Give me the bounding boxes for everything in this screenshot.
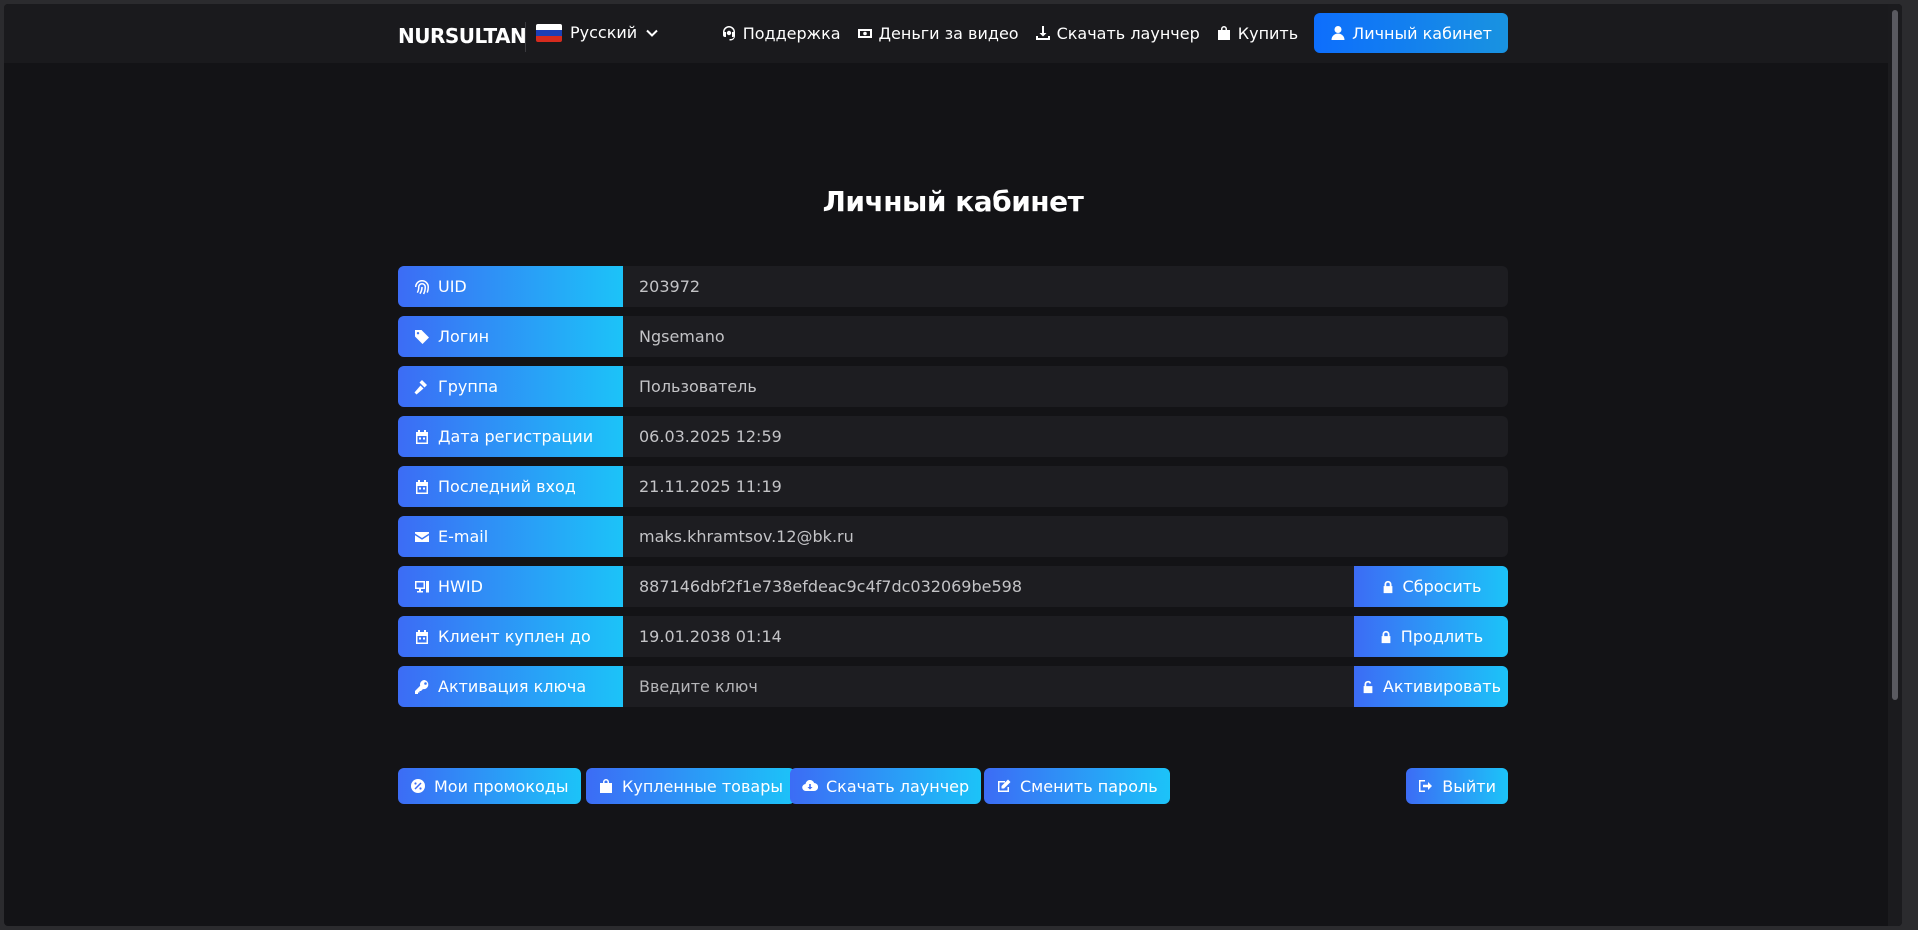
profile-row-last-login: Последний вход 21.11.2025 11:19 xyxy=(398,466,1508,507)
language-selector[interactable]: Русский xyxy=(536,23,659,42)
unlock-icon xyxy=(1363,680,1373,693)
logout-label: Выйти xyxy=(1442,776,1496,796)
client-until-label-text: Клиент куплен до xyxy=(438,627,591,646)
key-activation-label-text: Активация ключа xyxy=(438,677,587,696)
navbar-container: NURSULTAN Русский Поддержка Деньги за ви… xyxy=(398,4,1508,63)
profile-row-login: Логин Ngsemano xyxy=(398,316,1508,357)
nav-support-label: Поддержка xyxy=(742,23,841,43)
change-password-button[interactable]: Сменить пароль xyxy=(984,768,1170,804)
lock-icon xyxy=(1381,630,1391,643)
download-launcher-button[interactable]: Скачать лаунчер xyxy=(790,768,982,804)
hwid-label: HWID xyxy=(398,566,623,607)
percent-badge-icon xyxy=(411,779,425,793)
gavel-icon xyxy=(414,379,427,394)
nav-money-label: Деньги за видео xyxy=(878,23,1019,43)
purchased-items-button[interactable]: Купленные товары xyxy=(586,768,795,804)
client-until-label: Клиент куплен до xyxy=(398,616,623,657)
nav-cabinet-button[interactable]: Личный кабинет xyxy=(1314,13,1508,53)
reset-hwid-label: Сбросить xyxy=(1402,577,1482,596)
tag-icon xyxy=(415,329,429,344)
download-icon xyxy=(1035,26,1050,40)
uid-value: 203972 xyxy=(639,277,701,296)
shopping-bag-icon xyxy=(1217,26,1230,40)
download-launcher-label: Скачать лаунчер xyxy=(826,776,970,796)
edit-icon xyxy=(998,779,1011,792)
sign-out-icon xyxy=(1419,780,1433,792)
profile-row-key-activation: Активация ключа Активировать xyxy=(398,666,1508,707)
purchased-items-label: Купленные товары xyxy=(622,776,783,796)
top-navbar: NURSULTAN Русский Поддержка Деньги за ви… xyxy=(4,4,1902,63)
fingerprint-icon xyxy=(415,279,430,294)
desktop-icon xyxy=(415,580,429,592)
browser-window: NURSULTAN Русский Поддержка Деньги за ви… xyxy=(4,4,1902,926)
last-login-label: Последний вход xyxy=(398,466,623,507)
profile-row-email: E-mail maks.khramtsov.12@bk.ru xyxy=(398,516,1508,557)
calendar-icon xyxy=(416,479,428,494)
russian-flag-icon xyxy=(536,23,562,42)
nav-menu: Поддержка Деньги за видео Скачать лаунче… xyxy=(705,13,1508,53)
profile-row-client-until: Клиент куплен до 19.01.2038 01:14 Продли… xyxy=(398,616,1508,657)
profile-row-group: Группа Пользователь xyxy=(398,366,1508,407)
activate-button[interactable]: Активировать xyxy=(1354,666,1508,707)
email-label: E-mail xyxy=(398,516,623,557)
nav-money-for-video[interactable]: Деньги за видео xyxy=(857,24,1019,43)
key-activation-label: Активация ключа xyxy=(398,666,623,707)
envelope-icon xyxy=(415,531,429,542)
reset-hwid-button[interactable]: Сбросить xyxy=(1354,566,1508,607)
nav-buy[interactable]: Купить xyxy=(1216,24,1298,43)
my-promocodes-label: Мои промокоды xyxy=(434,776,569,796)
key-input[interactable] xyxy=(639,666,1339,707)
calendar-icon xyxy=(416,429,428,444)
extend-button[interactable]: Продлить xyxy=(1354,616,1508,657)
my-promocodes-button[interactable]: Мои промокоды xyxy=(398,768,581,804)
last-login-value: 21.11.2025 11:19 xyxy=(639,477,782,496)
group-label: Группа xyxy=(398,366,623,407)
group-label-text: Группа xyxy=(438,377,499,396)
user-icon xyxy=(1331,26,1345,40)
profile-row-hwid: HWID 887146dbf2f1e738efdeac9c4f7dc032069… xyxy=(398,566,1508,607)
client-until-value: 19.01.2038 01:14 xyxy=(639,627,782,646)
login-label-text: Логин xyxy=(438,327,490,346)
calendar-icon xyxy=(416,629,428,644)
headset-icon xyxy=(722,26,735,41)
bottom-actions: Мои промокоды Купленные товары Скачать л… xyxy=(398,768,1508,804)
hwid-label-text: HWID xyxy=(438,577,483,596)
nav-buy-label: Купить xyxy=(1237,23,1299,43)
uid-label: UID xyxy=(398,266,623,307)
brand-divider xyxy=(525,22,526,52)
logout-button[interactable]: Выйти xyxy=(1406,768,1508,804)
nav-support[interactable]: Поддержка xyxy=(721,24,841,43)
scrollbar-thumb[interactable] xyxy=(1892,10,1898,700)
lock-icon xyxy=(1383,580,1392,593)
reg-date-label: Дата регистрации xyxy=(398,416,623,457)
nav-cabinet-label: Личный кабинет xyxy=(1352,23,1492,43)
hwid-value: 887146dbf2f1e738efdeac9c4f7dc032069be598 xyxy=(639,577,1023,596)
brand-logo[interactable]: NURSULTAN xyxy=(398,24,527,48)
profile-row-uid: UID 203972 xyxy=(398,266,1508,307)
reg-date-label-text: Дата регистрации xyxy=(438,427,594,446)
group-value: Пользователь xyxy=(639,377,757,396)
profile-table: UID 203972 Логин Ngsemano Группа Пользов… xyxy=(398,266,1508,716)
login-value: Ngsemano xyxy=(639,327,725,346)
shopping-bag-icon xyxy=(600,779,612,793)
last-login-label-text: Последний вход xyxy=(438,477,576,496)
reg-date-value: 06.03.2025 12:59 xyxy=(639,427,782,446)
extend-label: Продлить xyxy=(1400,627,1484,646)
nav-download-launcher[interactable]: Скачать лаунчер xyxy=(1035,24,1200,43)
money-icon xyxy=(857,29,872,38)
email-label-text: E-mail xyxy=(438,527,489,546)
page-title: Личный кабинет xyxy=(822,185,1084,218)
chevron-down-icon xyxy=(646,29,658,37)
language-label: Русский xyxy=(570,23,638,42)
activate-label: Активировать xyxy=(1382,677,1502,696)
change-password-label: Сменить пароль xyxy=(1020,776,1158,796)
login-label: Логин xyxy=(398,316,623,357)
email-value: maks.khramtsov.12@bk.ru xyxy=(639,527,854,546)
profile-row-reg-date: Дата регистрации 06.03.2025 12:59 xyxy=(398,416,1508,457)
key-icon xyxy=(415,679,429,694)
uid-label-text: UID xyxy=(438,277,467,296)
cloud-download-icon xyxy=(802,780,818,792)
page-scrollbar[interactable] xyxy=(1888,4,1902,926)
nav-download-label: Скачать лаунчер xyxy=(1056,23,1200,43)
